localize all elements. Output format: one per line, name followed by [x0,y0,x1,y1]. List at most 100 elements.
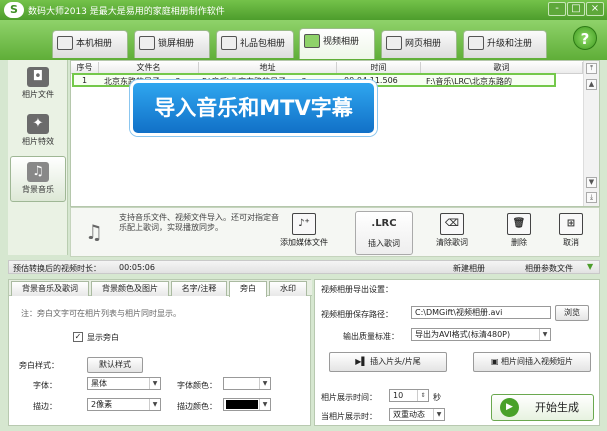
row-lyrics: F:\音乐\LRC\北京东路的 [426,77,512,86]
insert-lyrics-button[interactable]: .LRC 插入歌词 [355,211,413,255]
chevron-down-icon: ▼ [433,409,444,420]
sidebar-item-photo-files[interactable]: ◘ 相片文件 [10,62,66,108]
quality-value: 导出为AVI格式(标清480P) [415,330,511,339]
tab-name-note[interactable]: 名字/注释 [171,281,227,296]
insert-video-clip-button[interactable]: ▣ 相片间插入视频短片 [473,352,591,372]
column-header[interactable]: 歌词 [421,62,583,73]
show-narration-checkbox[interactable]: ✓ [73,332,83,342]
sidebar-item-label: 相片特效 [22,137,54,146]
browse-button[interactable]: 浏览 [555,305,589,321]
tab-bg-color-image[interactable]: 背景颜色及图片 [91,281,169,296]
default-style-button[interactable]: 默认样式 [87,357,143,373]
tab-web-album[interactable]: 网页相册 [381,30,457,58]
chevron-down-icon: ▼ [259,378,270,389]
chevron-down-icon: ▼ [539,329,550,340]
play-icon: ▶ [500,398,519,417]
scroll-down-icon[interactable]: ▼ [586,177,597,188]
button-label: 清除歌词 [436,238,468,247]
monitor-icon [139,35,155,50]
stroke-label: 描边： [33,402,57,411]
sidebar-item-label: 相片文件 [22,90,54,99]
tab-narration[interactable]: 旁白 [229,281,267,297]
web-icon [386,35,402,50]
show-time-label: 相片展示时间： [321,393,377,402]
column-header[interactable]: 时间 [337,62,421,73]
row-index: 1 [82,76,88,85]
tab-local-album[interactable]: 本机相册 [52,30,128,58]
chevron-down-icon: ▼ [149,378,160,389]
dropdown-arrow-icon[interactable]: ▼ [587,262,593,271]
column-header[interactable]: 文件名 [99,62,199,73]
tab-video-album[interactable]: 视频相册 [299,28,375,59]
film-clip-icon: ▶▌ [355,357,371,366]
album-params-link[interactable]: 相册参数文件 [525,263,573,274]
button-label: 相片间插入视频短片 [501,357,574,366]
stroke-color-select[interactable]: ▼ [223,398,271,411]
show-narration-label: 显示旁白 [87,333,119,342]
show-time-value: 10 [393,391,404,400]
tab-label: 本机相册 [76,39,113,49]
cancel-icon: ⊞ [559,213,583,235]
tab-watermark[interactable]: 水印 [269,281,307,296]
user-icon [468,35,484,50]
duration-bar: 预估转换后的视频时长： 00:05:06 新建相册 相册参数文件 ▼ [8,260,600,274]
main-tab-bar: 本机相册 锁屏相册 礼品包相册 视频相册 网页相册 升级和注册 ? [0,20,607,60]
sidebar-item-label: 背景音乐 [22,185,54,194]
sidebar-item-background-music[interactable]: ♫ 背景音乐 [10,156,66,202]
show-mode-value: 双重动态 [393,410,425,419]
stroke-color-label: 描边颜色： [177,402,217,411]
insert-head-tail-button[interactable]: ▶▌ 插入片头/片尾 [329,352,447,372]
button-label: 插入歌词 [368,239,400,248]
tab-lockscreen-album[interactable]: 锁屏相册 [134,30,210,58]
close-button[interactable]: × [586,2,604,16]
app-logo-icon: S [4,2,24,18]
start-generate-button[interactable]: ▶ 开始生成 [491,394,594,421]
scroll-top-icon[interactable]: ⤒ [586,63,597,74]
tab-upgrade-register[interactable]: 升级和注册 [463,30,547,58]
help-button[interactable]: ? [573,26,597,50]
app-title: 数码大师2013 是最大是易用的家庭相册制作软件 [28,7,225,17]
column-header[interactable]: 序号 [71,62,99,73]
delete-button[interactable]: 🗑 删除 [499,211,539,255]
export-settings-panel: 视频相册导出设置： 视频相册保存路径： C:\DMGift\视频相册.avi 浏… [314,279,600,426]
tab-label: 网页相册 [405,39,442,49]
clear-lyrics-button[interactable]: ⌫ 清除歌词 [425,211,479,255]
narration-settings-panel: 背景音乐及歌词 背景颜色及图片 名字/注释 旁白 水印 注：旁白文字可在相片列表… [8,279,312,426]
film-icon [304,33,320,48]
sidebar-item-photo-effects[interactable]: ✦ 相片特效 [10,109,66,155]
scroll-bottom-icon[interactable]: ⤓ [586,192,597,203]
column-header[interactable]: 地址 [199,62,337,73]
cancel-button[interactable]: ⊞ 取消 [551,211,591,255]
show-time-stepper[interactable]: 10 ⇕ [389,389,429,402]
show-mode-label: 当相片展示时： [321,412,377,421]
maximize-button[interactable]: □ [567,2,585,16]
sidebar: ◘ 相片文件 ✦ 相片特效 ♫ 背景音乐 [8,60,68,255]
button-label: 开始生成 [535,401,579,414]
vertical-scrollbar[interactable]: ⤒ ▲ ▼ ⤓ [583,61,599,206]
stroke-color-swatch [226,400,258,409]
scroll-up-icon[interactable]: ▲ [586,79,597,90]
tab-label: 视频相册 [323,37,360,47]
music-icon: ♫ [27,162,49,182]
new-album-link[interactable]: 新建相册 [453,263,485,274]
font-label: 字体： [33,381,57,390]
clear-lyrics-icon: ⌫ [440,213,464,235]
save-path-input[interactable]: C:\DMGift\视频相册.avi [411,306,551,319]
tab-label: 锁屏相册 [158,39,195,49]
stroke-select[interactable]: 2像素 ▼ [87,398,161,411]
font-color-select[interactable]: ▼ [223,377,271,390]
tab-gift-album[interactable]: 礼品包相册 [216,30,294,58]
quality-select[interactable]: 导出为AVI格式(标清480P) ▼ [411,328,551,341]
tab-music-lyrics[interactable]: 背景音乐及歌词 [11,281,89,296]
font-select[interactable]: 黑体 ▼ [87,377,161,390]
music-note-icon: ♫ [85,220,103,244]
minimize-button[interactable]: - [548,2,566,16]
import-music-banner: 导入音乐和MTV字幕 [130,80,377,136]
duration-label: 预估转换后的视频时长： [13,264,101,273]
add-media-button[interactable]: ♪⁺ 添加媒体文件 [271,211,337,255]
tab-label: 升级和注册 [487,39,533,49]
trash-icon: 🗑 [507,213,531,235]
show-mode-select[interactable]: 双重动态 ▼ [389,408,445,421]
music-import-note: 支持音乐文件、视频文件导入。还可对指定音乐配上歌词，实现播放同步。 [119,213,279,232]
font-color-label: 字体颜色： [177,381,217,390]
